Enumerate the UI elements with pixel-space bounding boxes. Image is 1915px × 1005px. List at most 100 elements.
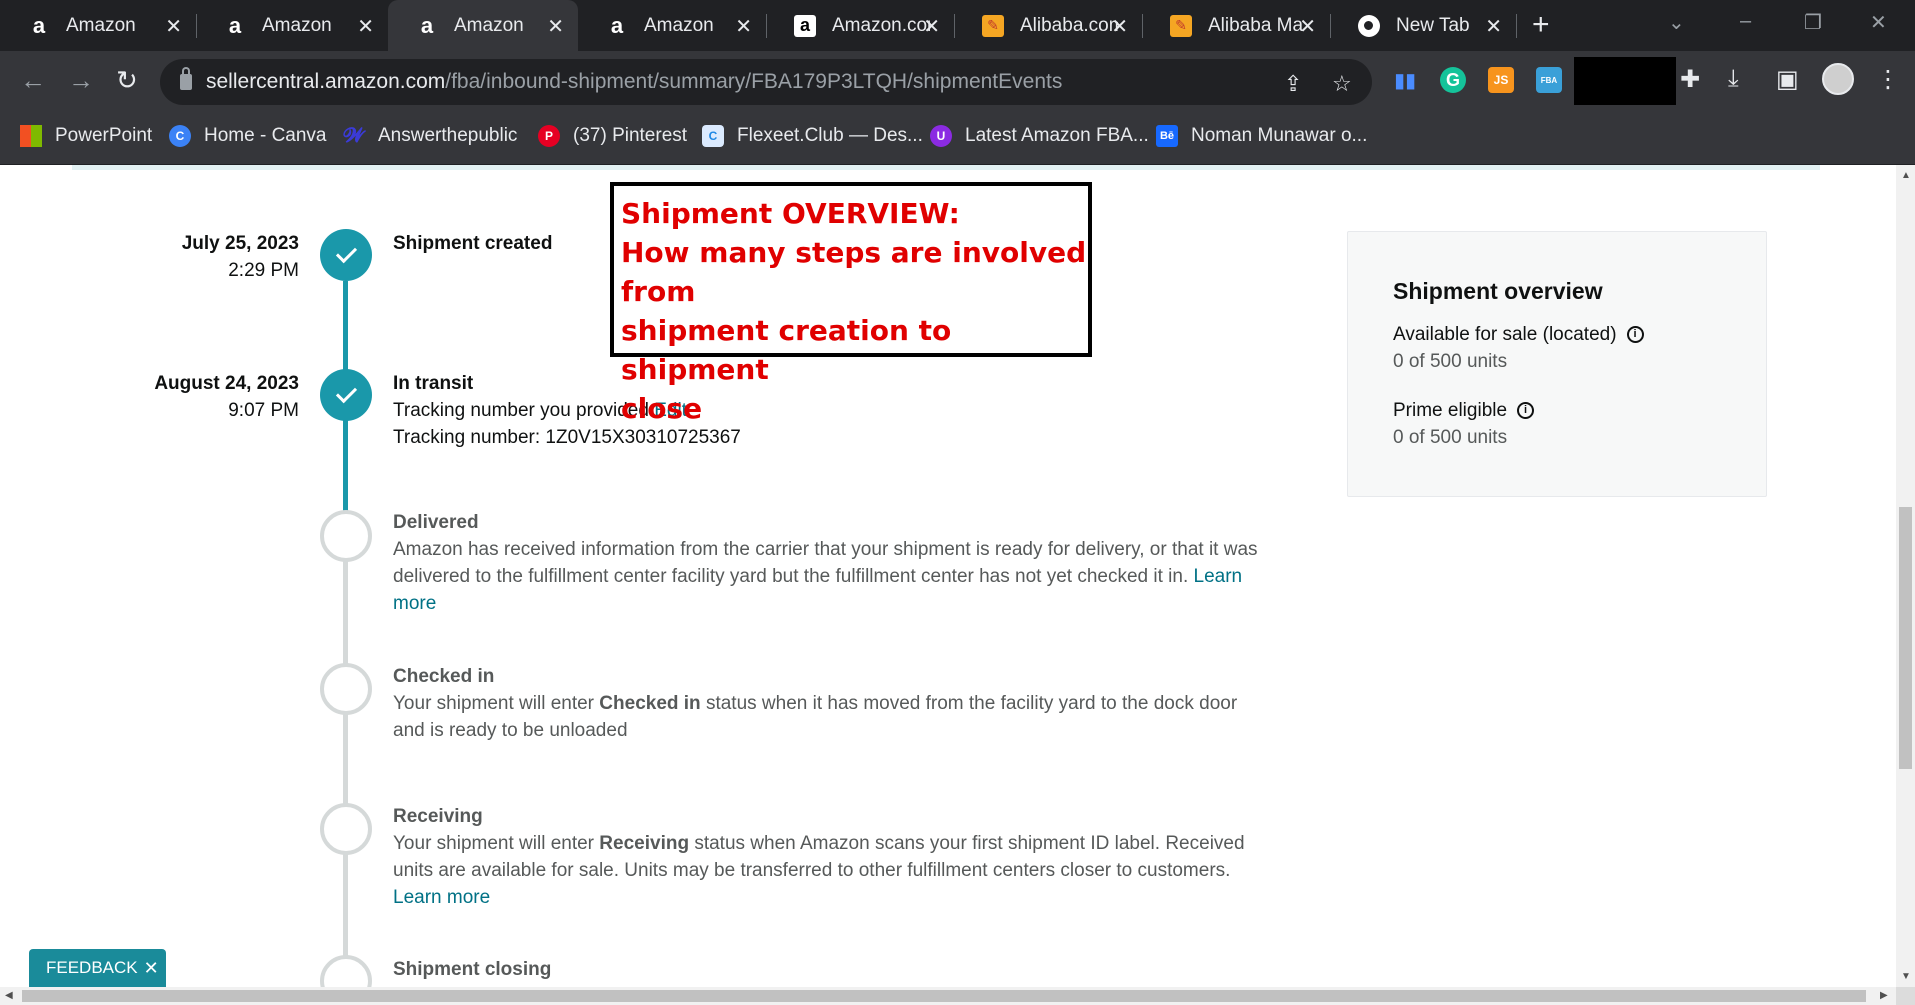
bookmark-behance[interactable]: Bē Noman Munawar o... [1156,125,1367,147]
pinterest-icon: P [538,125,560,147]
bookmark-flexeet[interactable]: C Flexeet.Club — Des... [702,125,923,147]
bookmark-pinterest[interactable]: P (37) Pinterest [538,125,687,147]
bookmark-latest-amazon-fba[interactable]: U Latest Amazon FBA... [930,125,1149,147]
forward-arrow-icon[interactable]: → [68,65,94,96]
canva-icon: C [169,125,191,147]
browser-tab[interactable]: a Amazon ✕ [196,0,388,51]
step-description: Your shipment will enter [393,833,600,854]
feedback-label: FEEDBACK [46,958,138,977]
browser-tab[interactable]: New Tab ✕ [1330,0,1517,51]
learn-more-link[interactable]: Learn more [393,887,490,908]
restore-icon[interactable]: ❐ [1804,10,1822,35]
bookmark-label: Flexeet.Club — Des... [737,125,923,146]
event-date-time: 9:07 PM [228,400,299,421]
close-tab-icon[interactable]: ✕ [1299,14,1316,39]
step-complete-check-icon [320,369,372,421]
step-title: Receiving [393,806,483,827]
close-tab-icon[interactable]: ✕ [1111,14,1128,39]
flexeet-icon: C [702,125,724,147]
bookmark-star-icon[interactable]: ☆ [1332,71,1352,97]
overview-value: 0 of 500 units [1393,427,1508,448]
back-arrow-icon[interactable]: ← [20,65,46,96]
step-checked-in: Checked in Your shipment will enter Chec… [393,663,1273,744]
event-date-time: 2:29 PM [228,260,299,281]
lock-icon[interactable] [180,67,192,90]
new-tab-button[interactable]: + [1532,8,1550,42]
overview-value: 0 of 500 units [1393,351,1508,372]
bookmark-label: Home - Canva [204,125,327,146]
browser-tab[interactable]: a Amazon ✕ [0,0,197,51]
browser-toolbar: ← → ↻ sellercentral.amazon.com/fba/inbou… [0,51,1915,113]
info-icon[interactable]: i [1517,402,1535,419]
grammarly-icon[interactable]: G [1440,67,1466,93]
amazon-icon: a [32,12,46,38]
step-delivered: Delivered Amazon has received informatio… [393,509,1273,617]
extensions-puzzle-icon[interactable]: ✚ [1680,65,1700,94]
bookmark-label: (37) Pinterest [573,125,688,146]
profile-avatar[interactable] [1822,63,1854,95]
bookmark-label: PowerPoint [55,125,153,146]
browser-tab[interactable]: a Amazon.com ✕ [766,0,955,51]
event-date-day: August 24, 2023 [154,373,299,394]
redacted-area [1574,57,1676,105]
browser-tab[interactable]: ✎ Alibaba Ma ✕ [1142,0,1331,51]
close-tab-icon[interactable]: ✕ [735,14,752,39]
close-window-icon[interactable]: ✕ [1870,10,1887,35]
js-extension-icon[interactable]: JS [1488,67,1514,93]
address-bar[interactable]: sellercentral.amazon.com/fba/inbound-shi… [160,59,1372,105]
tracking-number: Tracking number: 1Z0V15X30310725367 [393,427,741,448]
fba-extension-icon[interactable]: FBA [1536,67,1562,93]
bookmark-label: Noman Munawar o... [1191,125,1368,146]
browser-tab[interactable]: a Amazon ✕ [578,0,767,51]
minimize-icon[interactable]: – [1740,10,1751,33]
annotation-line: shipment creation to shipment [621,314,952,386]
close-tab-icon[interactable]: ✕ [357,14,374,39]
step-pending-circle-icon [320,510,372,562]
scroll-down-icon[interactable]: ▼ [1901,971,1911,982]
info-icon[interactable]: i [1626,326,1644,343]
scroll-left-icon[interactable]: ◀ [5,990,13,1001]
horizontal-scrollbar[interactable]: ◀ ▶ [0,987,1896,1005]
step-title: Shipment closing [393,959,552,980]
amazon-boxed-icon: a [794,14,816,37]
share-icon[interactable]: ⇪ [1284,71,1302,97]
annotation-line: How many steps are involved from [621,236,1087,308]
side-panel-icon[interactable]: ▣ [1776,65,1799,94]
step-pending-circle-icon [320,663,372,715]
latest-amazon-icon: U [930,125,952,147]
vertical-scrollbar[interactable]: ▲ ▼ [1896,165,1915,987]
amazon-icon: a [420,12,434,38]
bookmark-powerpoint[interactable]: PowerPoint [20,125,152,147]
close-tab-icon[interactable]: ✕ [923,14,940,39]
scrollbar-thumb[interactable] [1899,507,1912,769]
bookmark-label: Latest Amazon FBA... [965,125,1149,146]
menu-kebab-icon[interactable]: ⋮ [1876,65,1900,94]
answerthepublic-icon: 𝓦 [343,124,365,147]
browser-tab-active[interactable]: a Amazon ✕ [388,0,578,51]
scrollbar-thumb[interactable] [22,990,1866,1002]
close-tab-icon[interactable]: ✕ [165,14,182,39]
download-icon[interactable]: ⤓ [1728,65,1739,93]
alibaba-icon: ✎ [1170,14,1192,37]
tab-search-chevron-icon[interactable]: ⌄ [1668,10,1685,35]
close-tab-icon[interactable]: ✕ [1485,14,1502,39]
reload-icon[interactable]: ↻ [116,65,138,96]
close-tab-icon[interactable]: ✕ [547,14,564,39]
amazon-icon: a [610,12,624,38]
analytics-extension-icon[interactable]: ▮▮ [1392,67,1418,93]
close-icon[interactable]: ✕ [144,958,159,979]
scrollbar-corner [1896,987,1915,1005]
timeline-connector-pending [343,532,348,987]
step-description-bold: Checked in [599,693,701,714]
scroll-right-icon[interactable]: ▶ [1880,990,1888,1001]
bookmark-answerthepublic[interactable]: 𝓦 Answerthepublic [343,124,518,147]
feedback-button[interactable]: FEEDBACK ✕ [29,949,166,987]
step-description-bold: Receiving [599,833,690,854]
url-host: sellercentral.amazon.com [206,70,446,93]
browser-tab[interactable]: ✎ Alibaba.com ✕ [954,0,1143,51]
tab-title: Amazon [66,14,136,36]
scroll-up-icon[interactable]: ▲ [1901,170,1911,181]
event-date-day: July 25, 2023 [181,233,299,254]
annotation-callout: Shipment OVERVIEW: How many steps are in… [610,182,1092,425]
bookmark-canva[interactable]: C Home - Canva [169,125,327,147]
